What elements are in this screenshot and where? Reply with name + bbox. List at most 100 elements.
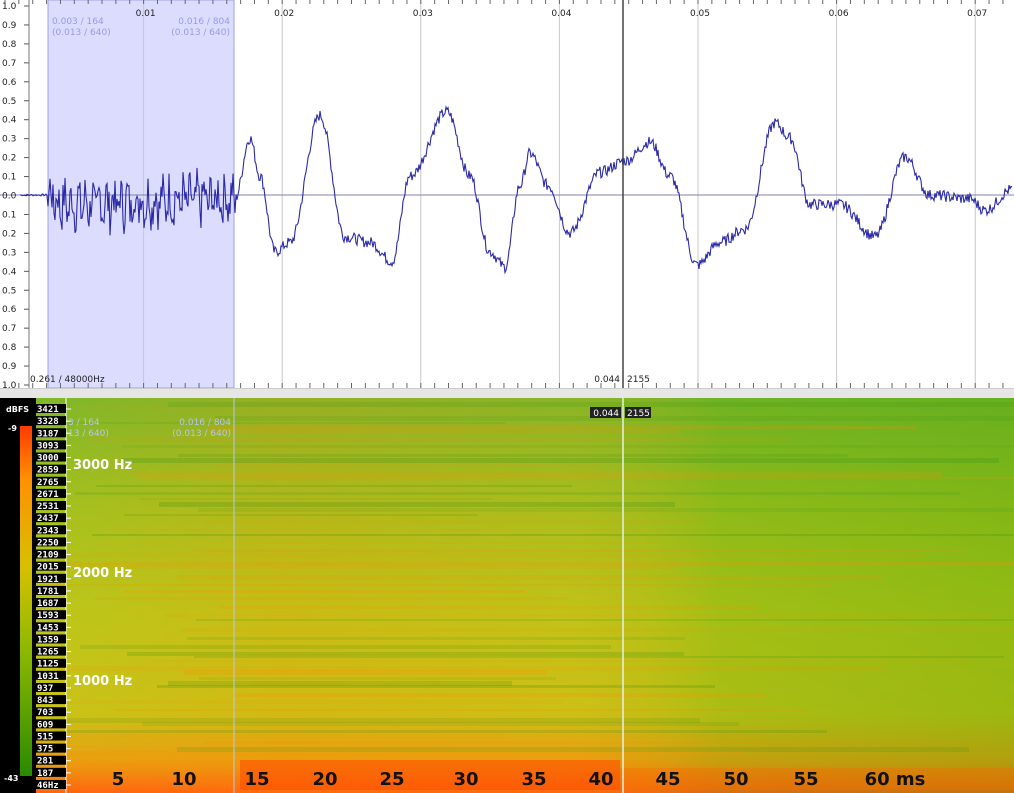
spectral-band xyxy=(233,542,652,544)
cursor-sample-label: 2155 xyxy=(627,375,650,385)
freq-label: 2765 xyxy=(37,478,59,488)
freq-label: 46Hz xyxy=(37,781,59,791)
spectral-band xyxy=(157,685,715,688)
spectral-band xyxy=(52,734,760,739)
selection-start-label-2: (0.013 / 640) xyxy=(52,28,111,38)
freq-label: 375 xyxy=(37,745,53,755)
freq-label: 515 xyxy=(37,732,53,742)
spectral-band xyxy=(45,562,1014,566)
spectral-band xyxy=(184,670,547,675)
spectrogram-svg[interactable]: dBFS -9 -43 3421 3328 3187 3093 3000 2859 2765… xyxy=(0,398,1014,793)
spectral-band xyxy=(196,619,1014,621)
spectral-band xyxy=(36,422,505,424)
spectral-band xyxy=(75,492,960,495)
y-axis-label: 0.8 xyxy=(2,40,17,50)
spectral-band xyxy=(96,485,572,487)
freq-label: 281 xyxy=(37,757,53,767)
y-axis-label: 0.6 xyxy=(2,78,17,88)
spectral-band xyxy=(142,722,739,726)
y-axis-label: 0.1 xyxy=(2,210,16,220)
colorbar-max-label: -9 xyxy=(8,424,17,433)
y-axis-label: 0.4 xyxy=(2,116,17,126)
y-axis-label: 0.7 xyxy=(2,59,16,69)
y-axis-label: 0.6 xyxy=(2,305,17,315)
spectral-band xyxy=(198,508,1014,512)
freq-label: 1125 xyxy=(37,660,59,670)
spectral-band xyxy=(181,628,1014,632)
spec-selection-end-label-2: (0.013 / 640) xyxy=(172,429,231,439)
time-ms-label: 15 xyxy=(244,769,269,790)
freq-label: 703 xyxy=(37,708,53,718)
time-axis-label: 0.05 xyxy=(690,9,710,19)
spectrogram-tint xyxy=(36,398,1014,793)
spectral-band xyxy=(164,614,993,617)
time-ms-label: 30 xyxy=(453,769,478,790)
time-ms-label: 35 xyxy=(521,769,546,790)
y-axis-label: 0.8 xyxy=(2,343,17,353)
freq-label: 1593 xyxy=(37,611,59,621)
time-ms-label: 20 xyxy=(312,769,337,790)
freq-label: 2343 xyxy=(37,526,59,536)
time-ms-label: 40 xyxy=(588,769,613,790)
waveform-panel[interactable]: 1.0 0.9 0.8 0.7 0.6 0.5 0.4 0.3 0.2 0.1 0.0 0.1 0.2 0… xyxy=(0,0,1014,388)
y-axis-label: 0.9 xyxy=(2,362,17,372)
spectral-band xyxy=(204,741,841,744)
y-axis-label: 0.3 xyxy=(2,135,16,145)
time-axis-label: 0.03 xyxy=(413,9,433,19)
freq-label: 1781 xyxy=(37,587,59,597)
spectral-band xyxy=(210,426,918,429)
spectral-band xyxy=(121,458,999,463)
selection-end-label-2: (0.013 / 640) xyxy=(171,28,230,38)
selection-end-label: 0.016 / 804 xyxy=(178,17,230,27)
spectral-band xyxy=(135,472,942,477)
spectral-band xyxy=(124,590,525,593)
spectral-band xyxy=(68,566,682,569)
freq-label: 3421 xyxy=(37,405,59,415)
y-axis-label: 0.5 xyxy=(2,97,16,107)
spectral-band xyxy=(148,660,971,662)
spectral-band xyxy=(178,454,848,457)
spectral-band xyxy=(43,553,923,558)
time-axis-label: 0.07 xyxy=(967,9,987,19)
spec-selection-end-label: 0.016 / 804 xyxy=(179,418,231,428)
spectral-band xyxy=(80,645,611,649)
spectral-band xyxy=(124,514,478,516)
spectral-band xyxy=(140,498,493,500)
freq-label: 1453 xyxy=(37,623,59,633)
spec-cursor-sample-label: 2155 xyxy=(627,409,650,419)
spectral-band xyxy=(81,407,517,410)
time-ms-label: 60 ms xyxy=(865,769,926,790)
spectral-band xyxy=(114,709,808,711)
y-axis-label: 0.4 xyxy=(2,267,17,277)
spectral-band xyxy=(199,677,556,680)
spec-selection-start-label-2: 13 / 640) xyxy=(68,429,109,439)
freq-label: 3187 xyxy=(37,429,59,439)
time-ms-label: 10 xyxy=(171,769,196,790)
time-ms-label: 25 xyxy=(379,769,404,790)
spectral-band xyxy=(95,597,567,600)
time-axis-label: 0.06 xyxy=(829,9,849,19)
time-ms-label: 55 xyxy=(793,769,818,790)
freq-label: 2437 xyxy=(37,514,59,524)
spectral-band xyxy=(233,693,765,697)
time-ms-label: 45 xyxy=(655,769,680,790)
freq-label: 1265 xyxy=(37,648,59,658)
freq-label: 3000 xyxy=(37,454,59,464)
spectral-band xyxy=(122,445,1014,448)
waveform-svg[interactable]: 1.0 0.9 0.8 0.7 0.6 0.5 0.4 0.3 0.2 0.1 0.0 0.1 0.2 0… xyxy=(0,0,1014,388)
spectral-band xyxy=(63,700,563,704)
spectral-band xyxy=(177,575,882,580)
time-axis-label: 0.02 xyxy=(274,9,294,19)
spectrogram-panel[interactable]: dBFS -9 -43 3421 3328 3187 3093 3000 2859 2765… xyxy=(0,398,1014,793)
y-axis-label: 0.1 xyxy=(2,173,16,183)
freq-label: 843 xyxy=(37,696,53,706)
freq-label: 3328 xyxy=(37,417,59,427)
y-axis-label: 0.5 xyxy=(2,286,16,296)
spec-cursor-time-label: 0.044 xyxy=(593,409,619,419)
colorbar-unit-label: dBFS xyxy=(6,405,29,414)
overlay-frequency-label: 3000 Hz xyxy=(73,458,132,473)
freq-label: 937 xyxy=(37,684,53,694)
freq-label: 2531 xyxy=(37,502,59,512)
y-axis-label: 0.9 xyxy=(2,21,17,31)
overlay-frequency-label: 2000 Hz xyxy=(73,566,132,581)
